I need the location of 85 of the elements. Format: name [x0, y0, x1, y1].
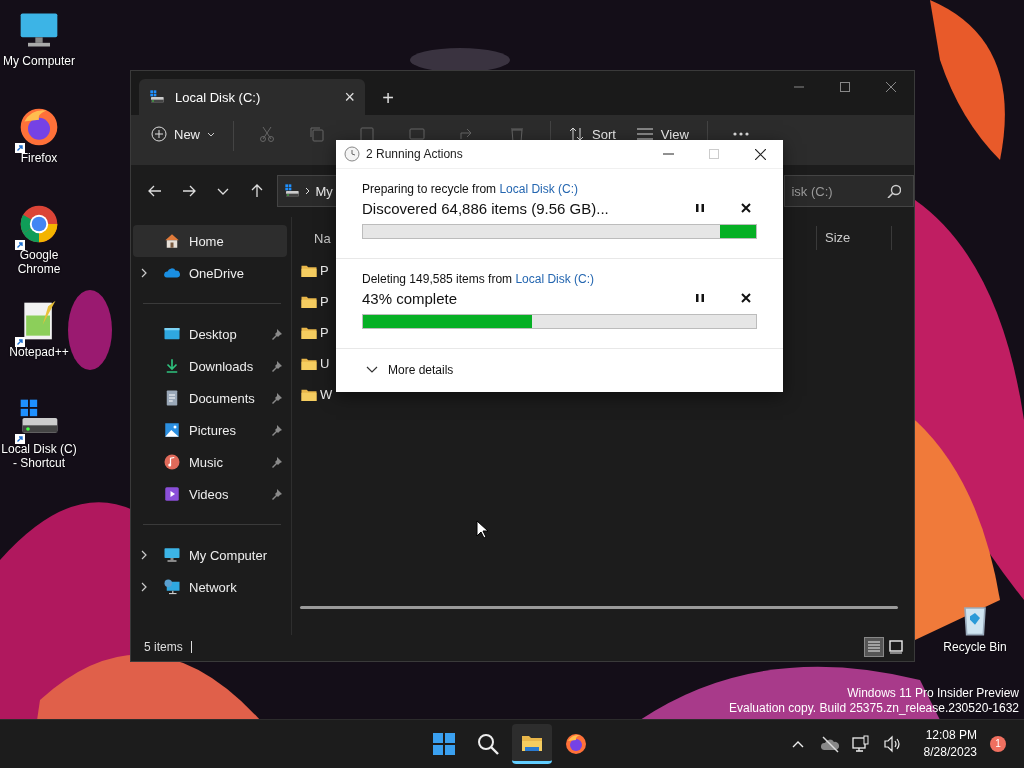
- icon-label[interactable]: Google Chrome: [0, 248, 78, 276]
- file-name[interactable]: W: [320, 387, 333, 402]
- tiles-view-button[interactable]: [886, 637, 906, 657]
- sidebar-item[interactable]: Pictures: [133, 414, 287, 446]
- sidebar-item[interactable]: Downloads: [133, 350, 287, 382]
- item-count: 5 items: [144, 641, 192, 653]
- search-icon: [476, 732, 500, 756]
- copy-icon: [308, 125, 326, 143]
- picture-icon: [163, 421, 181, 439]
- close-icon: [741, 203, 751, 213]
- pause-icon: [695, 203, 705, 213]
- sidebar-item[interactable]: My Computer: [133, 539, 287, 571]
- caret-icon: [207, 131, 215, 137]
- network-icon: [163, 578, 181, 596]
- plus-icon: [151, 126, 167, 142]
- fox-globe-icon: [564, 732, 588, 756]
- rename-icon: [408, 125, 426, 143]
- video-icon: [163, 485, 181, 503]
- left-arrow-icon: [146, 183, 163, 199]
- sidebar-item[interactable]: Network: [133, 571, 287, 603]
- list-icon: [866, 639, 882, 655]
- chevron-up-icon: [791, 739, 804, 749]
- monitor-icon: [163, 546, 181, 564]
- location-link[interactable]: Local Disk (C:): [515, 272, 595, 286]
- icon-label[interactable]: Recycle Bin: [943, 640, 1007, 654]
- operation-caption: Preparing to recycle from Local Disk (C:): [362, 182, 580, 196]
- more-details-button[interactable]: More details: [336, 349, 783, 391]
- column-header[interactable]: Na: [314, 230, 331, 246]
- close-icon: [741, 293, 751, 303]
- ellipsis-icon: [731, 130, 750, 138]
- close-icon: [886, 82, 896, 92]
- mouse-pointer-icon: [476, 520, 489, 539]
- operation-caption: Deleting 149,585 items from Local Disk (C:): [362, 272, 596, 286]
- pause-icon: [695, 293, 705, 303]
- horizontal-scrollbar[interactable]: [300, 606, 898, 609]
- icon-label[interactable]: Local Disk (C) - Shortcut: [0, 442, 78, 470]
- icon-label[interactable]: Notepad++: [9, 345, 69, 359]
- close-icon: [754, 148, 766, 160]
- maximize-icon: [840, 82, 850, 92]
- file-name[interactable]: P: [320, 263, 329, 278]
- drive-icon: [149, 89, 165, 105]
- sidebar-item[interactable]: Desktop: [133, 318, 287, 350]
- sidebar-item[interactable]: Videos: [133, 478, 287, 510]
- clock[interactable]: 12:08 PM 8/28/2023: [923, 727, 977, 761]
- operation-status: Discovered 64,886 items (9.56 GB)...: [362, 199, 610, 217]
- tab[interactable]: Local Disk (C:) ×: [139, 79, 365, 115]
- dialog-title: 2 Running Actions: [366, 147, 463, 161]
- drive-icon: [283, 183, 300, 199]
- icon-label[interactable]: Firefox: [20, 151, 58, 165]
- location-link[interactable]: Local Disk (C:): [499, 182, 579, 196]
- right-arrow-icon: [180, 183, 197, 199]
- cloud-off-icon: [820, 735, 839, 753]
- watermark-text: Evaluation copy. Build 25375.zn_release.230520-1632: [729, 701, 1019, 716]
- sidebar-item[interactable]: Music: [133, 446, 287, 478]
- four-squares-icon: [432, 732, 456, 756]
- scissors-icon: [258, 125, 276, 143]
- chevron-down-icon: [366, 366, 378, 374]
- music-note-icon: [163, 453, 181, 471]
- close-tab-button[interactable]: ×: [344, 86, 355, 108]
- file-name[interactable]: P: [320, 325, 329, 340]
- maximize-icon: [709, 149, 719, 159]
- file-explorer-button[interactable]: [512, 724, 552, 764]
- icon-label[interactable]: My Computer: [3, 54, 75, 68]
- breadcrumb[interactable]: My: [315, 183, 333, 199]
- search-icon: [887, 184, 902, 198]
- sidebar-item[interactable]: OneDrive: [133, 257, 287, 289]
- new-tab-button[interactable]: +: [371, 81, 405, 115]
- sidebar-item[interactable]: Documents: [133, 382, 287, 414]
- house-icon: [163, 232, 181, 250]
- new-button[interactable]: New: [143, 121, 223, 147]
- tab-title: Local Disk (C:): [175, 89, 262, 105]
- operation-status: 43% complete: [362, 289, 459, 307]
- search-placeholder: isk (C:): [791, 183, 833, 199]
- speaker-icon: [882, 735, 901, 753]
- sort-arrows-icon: [569, 126, 585, 142]
- column-header[interactable]: Size: [816, 226, 892, 250]
- sidebar-item[interactable]: Home: [133, 225, 287, 257]
- tile-icon: [888, 639, 904, 655]
- chevron-icon: [304, 187, 311, 195]
- clock-icon: [344, 146, 360, 162]
- lines-icon: [635, 126, 654, 142]
- search-field[interactable]: isk (C:): [784, 175, 915, 207]
- file-name[interactable]: P: [320, 294, 329, 309]
- file-name[interactable]: U: [320, 356, 330, 371]
- network-icon: [851, 735, 870, 753]
